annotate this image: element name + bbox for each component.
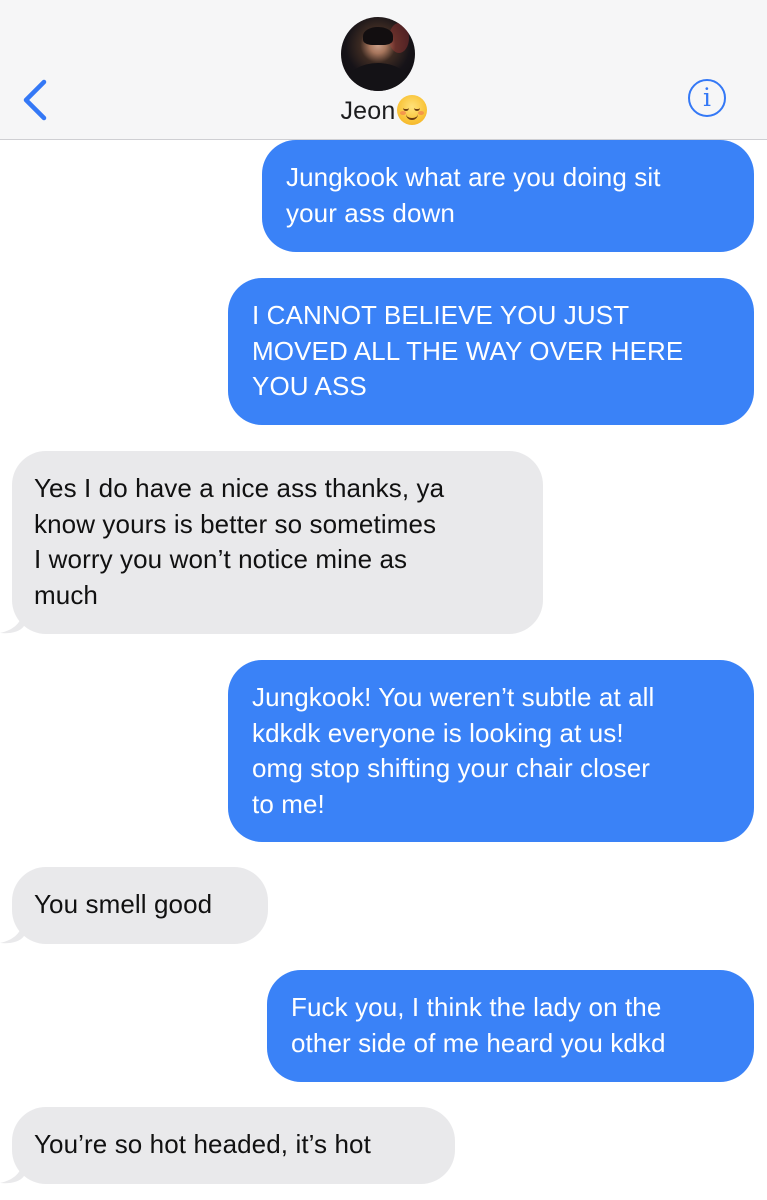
message-line: other side of me heard you kdkd	[291, 1027, 666, 1058]
message-bubble-received[interactable]: Yes I do have a nice ass thanks, ya know…	[12, 451, 543, 634]
message-line: You’re so hot headed, it’s hot	[34, 1129, 371, 1159]
message-line: much	[34, 579, 98, 610]
message-bubble-sent[interactable]: Jungkook what are you doing sit your ass…	[262, 140, 754, 252]
message-bubble-received[interactable]: You’re so hot headed, it’s hot	[12, 1107, 455, 1184]
message-line: I CANNOT BELIEVE YOU JUST	[252, 300, 630, 330]
message-bubble-sent[interactable]: Fuck you, I think the lady on the other …	[267, 970, 754, 1082]
conversation-header: Jeon i	[0, 0, 767, 140]
info-button[interactable]: i	[688, 79, 726, 117]
message-line: Jungkook! You weren’t subtle at all	[252, 682, 655, 712]
message-line: your ass down	[286, 197, 455, 228]
message-line: MOVED ALL THE WAY OVER HERE	[252, 335, 684, 366]
message-line: Fuck you, I think the lady on the	[291, 992, 662, 1022]
message-line: Jungkook what are you doing sit	[286, 162, 661, 192]
contact-name-label: Jeon	[340, 97, 396, 125]
message-bubble-sent[interactable]: Jungkook! You weren’t subtle at all kdkd…	[228, 660, 754, 842]
message-line: to me!	[252, 788, 325, 819]
message-bubble-received[interactable]: You smell good	[12, 867, 268, 944]
message-line: Yes I do have a nice ass thanks, ya	[34, 473, 445, 503]
message-line: know yours is better so sometimes	[34, 508, 437, 539]
received-bubble-tail	[0, 922, 24, 944]
message-line: You smell good	[34, 889, 213, 919]
message-line: kdkdk everyone is looking at us!	[252, 717, 624, 748]
message-bubble-sent[interactable]: I CANNOT BELIEVE YOU JUST MOVED ALL THE …	[228, 278, 754, 425]
received-bubble-tail	[0, 1162, 24, 1184]
info-icon: i	[703, 83, 711, 112]
received-bubble-tail	[0, 612, 24, 634]
contact-avatar[interactable]	[341, 17, 415, 91]
message-line: omg stop shifting your chair closer	[252, 753, 651, 783]
message-line: YOU ASS	[252, 371, 367, 401]
contact-name[interactable]: Jeon	[0, 95, 767, 126]
message-line: I worry you won’t notice mine as	[34, 544, 408, 574]
relieved-smiling-face-emoji-icon	[396, 95, 427, 125]
